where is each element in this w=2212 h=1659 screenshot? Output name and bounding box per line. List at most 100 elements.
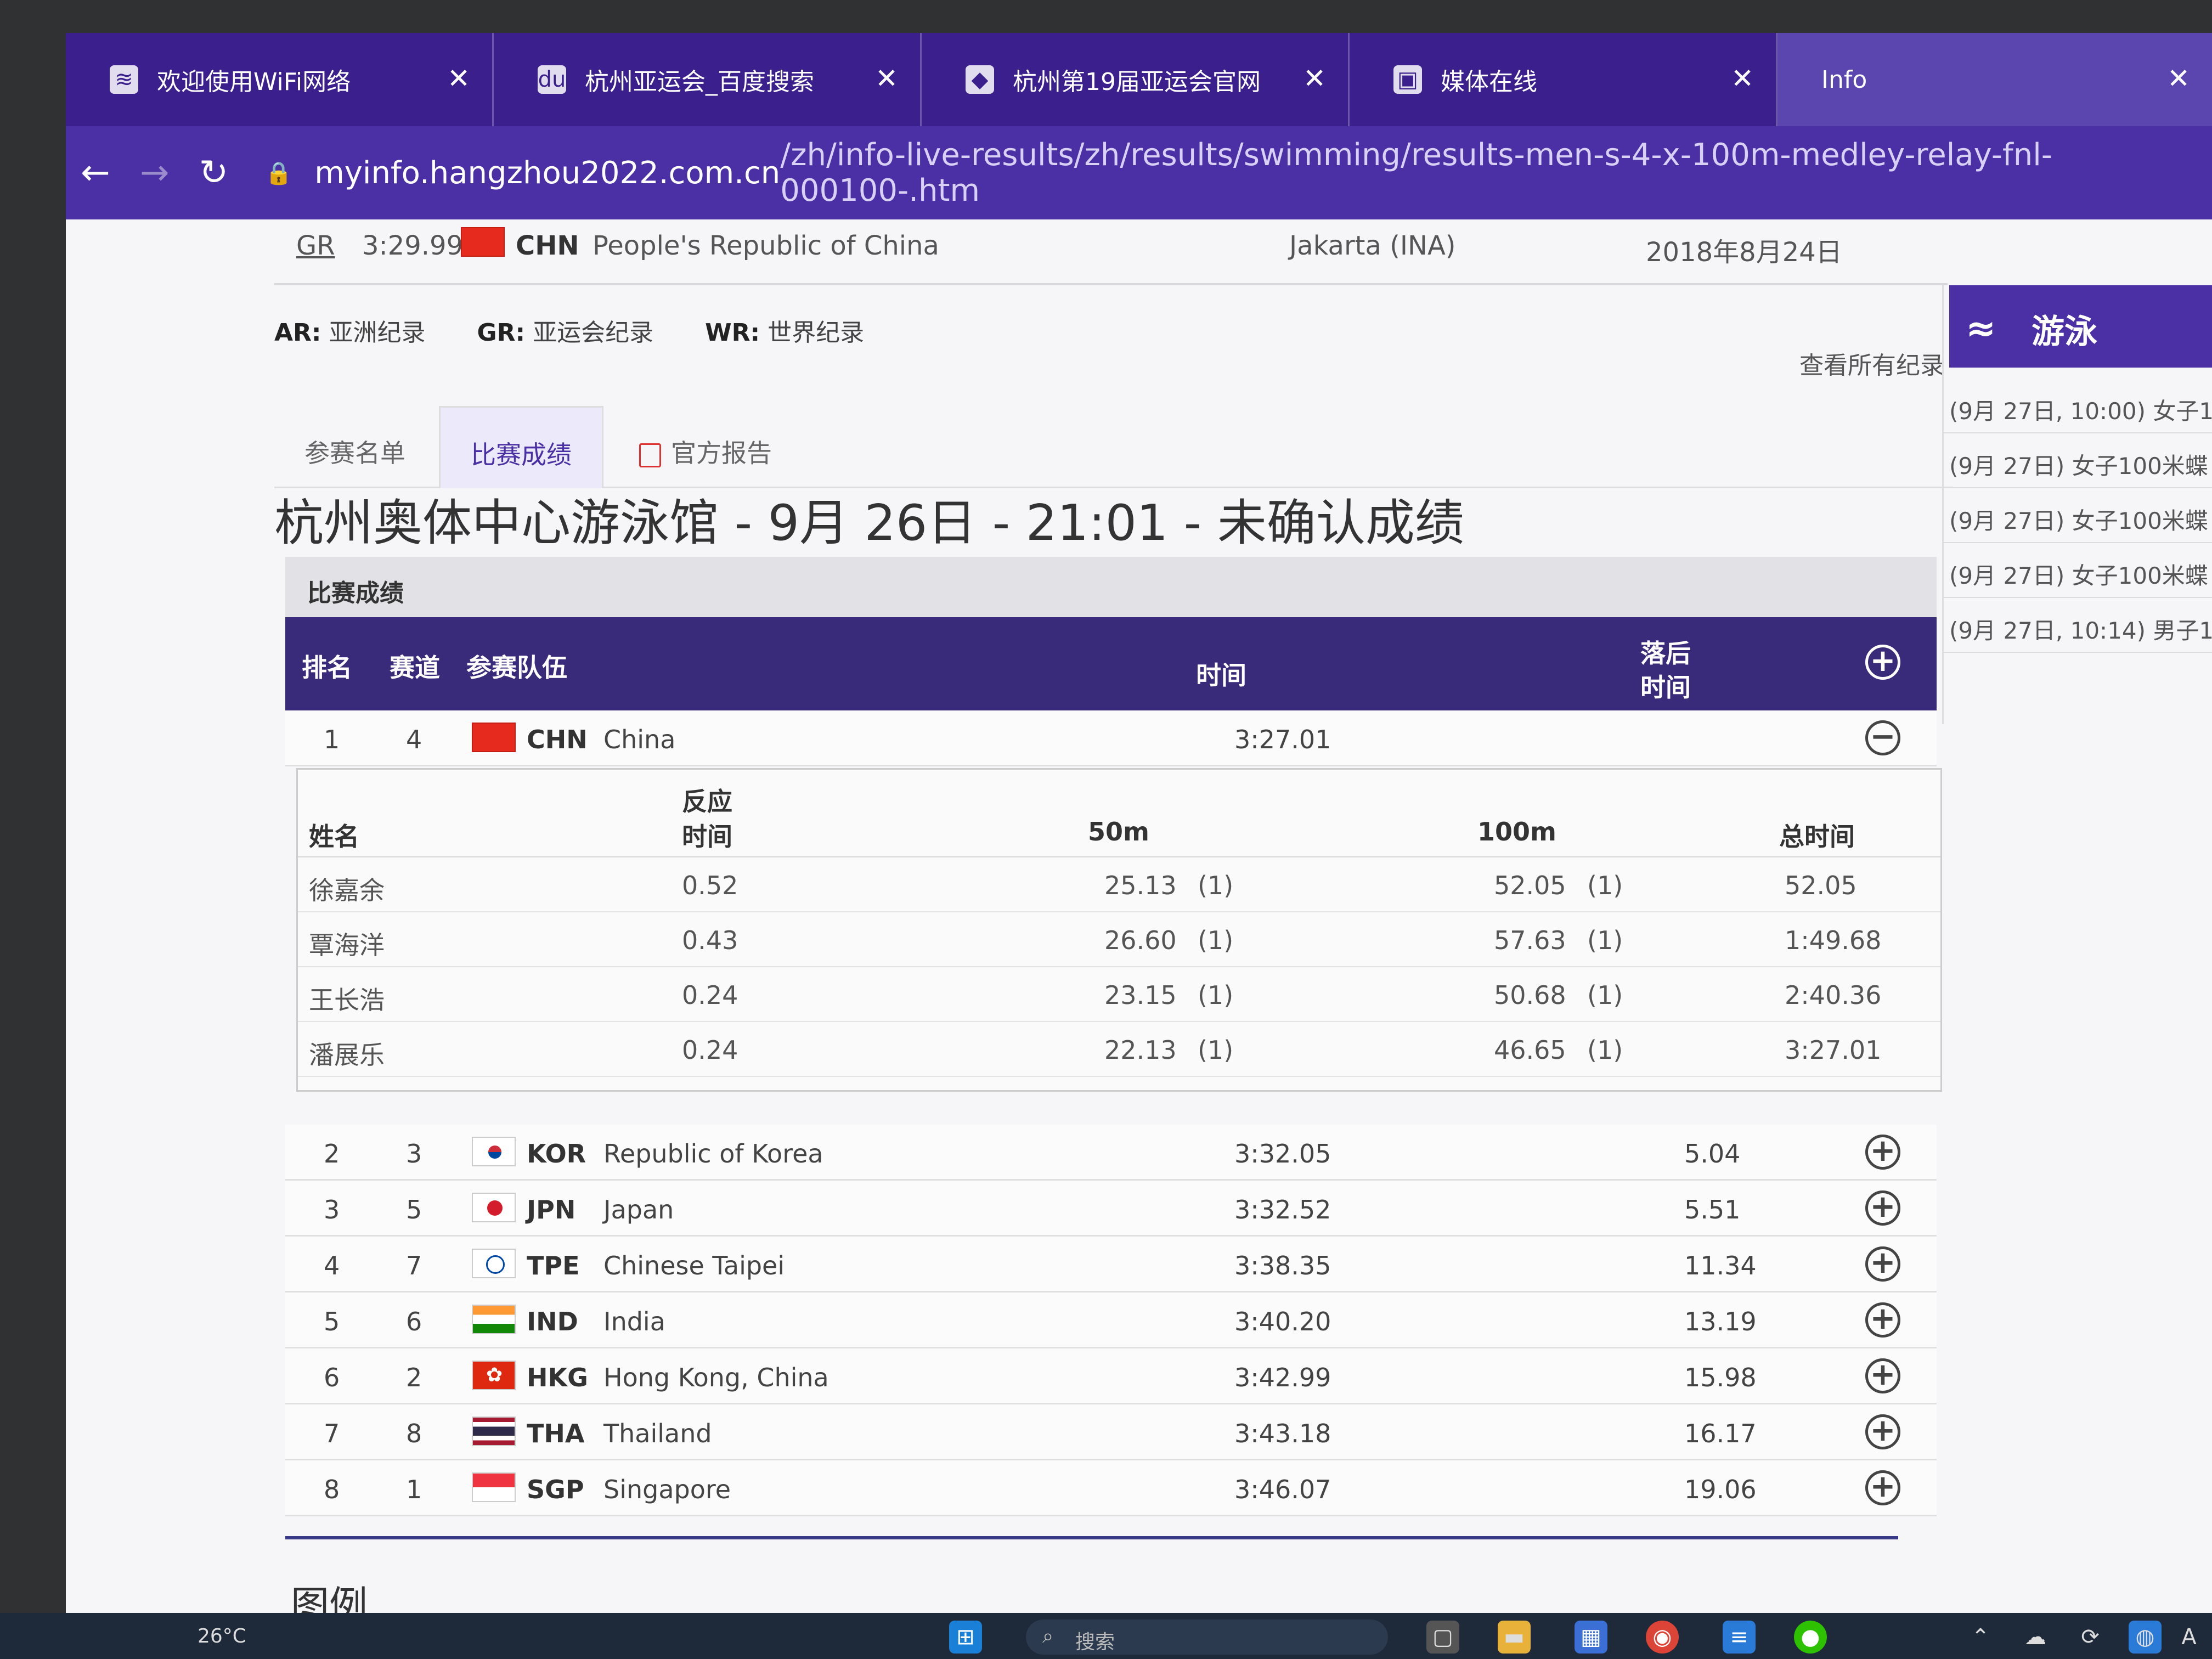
expand-icon[interactable]: +: [1865, 1358, 1900, 1393]
app-tray-icon[interactable]: ◍: [2129, 1621, 2162, 1654]
abbr-value: 亚洲纪录: [329, 319, 426, 347]
result-row[interactable]: 5 6 IND India 3:40.20 13.19 +: [285, 1293, 1937, 1348]
tab-entries[interactable]: 参赛名单: [274, 406, 436, 488]
tab-baidu[interactable]: du 杭州亚运会_百度搜索 ✕: [494, 33, 922, 126]
swimmer-name: 覃海洋: [309, 930, 385, 960]
media-icon: ▣: [1393, 65, 1422, 94]
header-team: 参赛队伍: [466, 653, 567, 682]
close-icon[interactable]: ✕: [875, 63, 898, 94]
close-icon[interactable]: ✕: [1731, 63, 1754, 94]
sidebar-item-event[interactable]: (9月 27日, 10:00) 女子1: [1944, 379, 2212, 433]
reload-icon[interactable]: ↻: [184, 153, 244, 193]
country-name: Thailand: [603, 1419, 712, 1448]
split-100m: 50.68: [1494, 980, 1566, 1010]
swimmer-name: 潘展乐: [309, 1040, 385, 1070]
split-100m-rank: (1): [1587, 1035, 1623, 1065]
total-time: 3:27.01: [1785, 1035, 1882, 1065]
reaction-time: 0.43: [682, 926, 738, 955]
time-cell: 3:27.01: [1234, 725, 1331, 754]
country-code: TPE: [527, 1251, 580, 1280]
split-50m-rank: (1): [1198, 926, 1234, 955]
pdf-icon: [639, 443, 661, 467]
flag-ind: [472, 1305, 516, 1334]
tab-info[interactable]: Info ✕: [1778, 33, 2212, 126]
view-all-records-link[interactable]: 查看所有纪录: [1799, 346, 1944, 381]
expand-all-icon[interactable]: +: [1865, 645, 1900, 680]
record-type: GR: [296, 230, 335, 261]
swimmer-name: 王长浩: [309, 985, 385, 1015]
close-icon[interactable]: ✕: [2167, 63, 2190, 94]
time-cell: 3:43.18: [1234, 1419, 1331, 1448]
tab-official-report[interactable]: 官方报告: [609, 406, 802, 488]
split-50m-rank: (1): [1198, 980, 1234, 1010]
wechat-icon[interactable]: ●: [1794, 1621, 1827, 1654]
sidebar-header[interactable]: ≈ 游泳: [1949, 285, 2212, 368]
result-row[interactable]: 8 1 SGP Singapore 3:46.07 19.06 +: [285, 1460, 1937, 1516]
sidebar-item-event[interactable]: (9月 27日) 女子100米蝶: [1944, 488, 2212, 543]
abbreviation-legend: AR: 亚洲纪录 GR: 亚运会纪录 WR: 世界纪录: [274, 313, 908, 348]
time-cell: 3:40.20: [1234, 1307, 1331, 1336]
time-cell: 3:42.99: [1234, 1363, 1331, 1392]
result-row[interactable]: 3 5 JPN Japan 3:32.52 5.51 +: [285, 1181, 1937, 1237]
close-icon[interactable]: ✕: [447, 63, 470, 94]
tab-results[interactable]: 比赛成绩: [439, 406, 603, 488]
weather-widget[interactable]: 26°C: [198, 1625, 246, 1647]
chevron-up-icon[interactable]: ⌃: [1964, 1621, 1997, 1654]
chrome-icon[interactable]: ◉: [1646, 1621, 1679, 1654]
behind-cell: 19.06: [1684, 1475, 1757, 1504]
back-arrow-icon[interactable]: ←: [66, 153, 125, 193]
taskbar-search[interactable]: ⌕ 搜索: [1026, 1620, 1388, 1655]
result-row[interactable]: 1 4 CHN China 3:27.01 −: [285, 710, 1937, 766]
close-icon[interactable]: ✕: [1303, 63, 1326, 94]
detail-header-name: 姓名: [309, 822, 359, 851]
detail-header-total: 总时间: [1779, 822, 1855, 851]
store-icon[interactable]: ▦: [1575, 1621, 1607, 1654]
lane-cell: 8: [406, 1419, 422, 1448]
sync-icon[interactable]: ⟳: [2074, 1621, 2107, 1654]
cloud-icon[interactable]: ☁: [2019, 1621, 2052, 1654]
tab-wifi[interactable]: ≋ 欢迎使用WiFi网络 ✕: [66, 33, 494, 126]
expand-icon[interactable]: +: [1865, 1246, 1900, 1282]
task-view-icon[interactable]: ▢: [1426, 1621, 1459, 1654]
result-row[interactable]: 2 3 KOR Republic of Korea 3:32.05 5.04 +: [285, 1125, 1937, 1181]
expand-icon[interactable]: +: [1865, 1302, 1900, 1338]
hangzhou-logo-icon: ◆: [966, 65, 994, 94]
detail-header-50m: 50m: [1088, 817, 1149, 847]
country-name: India: [603, 1307, 665, 1336]
expand-icon[interactable]: +: [1865, 1414, 1900, 1449]
ime-icon[interactable]: A: [2172, 1621, 2205, 1654]
collapse-icon[interactable]: −: [1865, 720, 1900, 755]
page-content: GR 3:29.99 CHN People's Republic of Chin…: [66, 219, 2212, 1628]
sidebar-item-event[interactable]: (9月 27日) 女子100米蝶: [1944, 433, 2212, 488]
sidebar-item-event[interactable]: (9月 27日, 10:14) 男子10: [1944, 598, 2212, 653]
split-100m: 57.63: [1494, 926, 1566, 955]
tab-media[interactable]: ▣ 媒体在线 ✕: [1350, 33, 1778, 126]
url-field[interactable]: 🔒 myinfo.hangzhou2022.com.cn/zh/info-liv…: [265, 137, 2212, 208]
sidebar-item-event[interactable]: (9月 27日) 女子100米蝶: [1944, 543, 2212, 598]
windows-start-icon[interactable]: ⊞: [949, 1621, 982, 1654]
result-row[interactable]: 4 7 TPE Chinese Taipei 3:38.35 11.34 +: [285, 1237, 1937, 1293]
flag-kor: [472, 1137, 516, 1166]
tab-official-site[interactable]: ◆ 杭州第19届亚运会官网 ✕: [922, 33, 1350, 126]
total-time: 52.05: [1785, 871, 1857, 900]
notepad-icon[interactable]: ≡: [1723, 1621, 1756, 1654]
expand-icon[interactable]: +: [1865, 1470, 1900, 1505]
forward-arrow-icon[interactable]: →: [125, 153, 184, 193]
flag-jpn: [472, 1193, 516, 1222]
expand-icon[interactable]: +: [1865, 1190, 1900, 1226]
record-time: 3:29.99: [362, 230, 464, 261]
detail-header-reaction-1: 反应: [682, 787, 732, 816]
behind-cell: 13.19: [1684, 1307, 1757, 1336]
relay-detail-panel: 姓名 反应 时间 50m 100m 总时间 徐嘉余 0.52 25.13 (1) 52.…: [296, 768, 1942, 1092]
file-explorer-icon[interactable]: ▬: [1498, 1621, 1531, 1654]
result-row[interactable]: 6 2 HKG Hong Kong, China 3:42.99 15.98 +: [285, 1348, 1937, 1404]
os-taskbar: 26°C ⊞ ⌕ 搜索 ▢ ▬ ▦ ◉ ≡ ● ⌃ ☁ ⟳ ◍ A: [0, 1613, 2212, 1659]
result-row[interactable]: 7 8 THA Thailand 3:43.18 16.17 +: [285, 1404, 1937, 1460]
expand-icon[interactable]: +: [1865, 1135, 1900, 1170]
swimmer-row: 覃海洋 0.43 26.60 (1) 57.63 (1) 1:49.68: [298, 912, 1940, 967]
lane-cell: 6: [406, 1307, 422, 1336]
record-row: GR 3:29.99 CHN People's Republic of Chin…: [274, 219, 1948, 285]
behind-cell: 5.04: [1684, 1139, 1741, 1169]
abbr-key: GR:: [477, 319, 526, 347]
lane-cell: 3: [406, 1139, 422, 1169]
